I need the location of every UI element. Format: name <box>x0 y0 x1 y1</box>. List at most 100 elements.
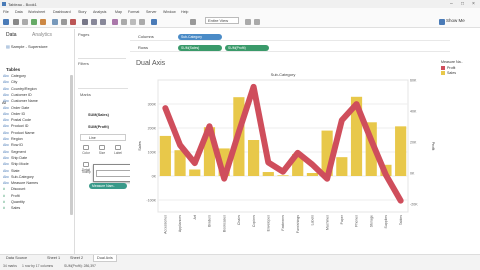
menu-server[interactable]: Server <box>146 10 157 14</box>
field-list-scrollbar[interactable] <box>70 75 73 215</box>
size-icon <box>99 145 105 150</box>
sort-desc-icon[interactable] <box>100 19 106 25</box>
field-item[interactable]: Abc Customer ID <box>3 93 32 99</box>
show-me-icon[interactable] <box>439 19 445 25</box>
rows-shelf[interactable]: Rows SUM(Sales) SUM(Profit) <box>130 43 450 52</box>
rows-pill-sales[interactable]: SUM(Sales) <box>178 44 222 51</box>
dimension-icon: Abc <box>3 86 10 91</box>
field-item[interactable]: Abc Customer Name <box>3 99 38 105</box>
field-item[interactable]: Abc Measure Names <box>3 181 38 187</box>
label-button[interactable]: Label <box>112 145 124 156</box>
redo-icon[interactable] <box>22 19 28 25</box>
new-sheet-icon[interactable] <box>52 19 58 25</box>
bar-sales[interactable] <box>159 135 171 176</box>
fit-icon[interactable] <box>151 19 157 25</box>
new-datasource-icon[interactable] <box>40 19 46 25</box>
labels-icon[interactable] <box>130 19 136 25</box>
columns-pill-subcategory[interactable]: Sub-Category <box>178 33 222 40</box>
marks-profit-tab[interactable]: SUM(Profit) <box>88 125 109 129</box>
close-icon[interactable]: × <box>472 1 475 7</box>
field-item[interactable]: Abc Order ID <box>3 112 25 118</box>
sheet-tab-datasource[interactable]: Data Source <box>3 255 30 262</box>
menu-dashboard[interactable]: Dashboard <box>53 10 71 14</box>
filters-shelf[interactable]: Filters <box>78 58 126 86</box>
field-item[interactable]: Abc Country/Region <box>3 87 37 93</box>
menu-format[interactable]: Format <box>128 10 139 14</box>
bar-sales[interactable] <box>262 172 274 176</box>
bar-sales[interactable] <box>395 126 407 176</box>
clear-icon[interactable] <box>70 19 76 25</box>
fit-select[interactable]: Entire View <box>205 17 239 24</box>
show-me-button[interactable]: Show Me <box>446 18 465 23</box>
field-item[interactable]: Abc Order Date <box>3 106 29 112</box>
rows-pill-profit[interactable]: SUM(Profit) <box>225 44 269 51</box>
color-legend[interactable]: Measure Na.. Profit Sales <box>441 60 479 90</box>
mark-type-select[interactable]: Line <box>80 134 126 141</box>
legend-item-profit[interactable]: Profit <box>441 66 479 71</box>
menu-window[interactable]: Window <box>163 10 176 14</box>
sheet-tab-dual-axis[interactable]: Dual Axis <box>93 255 117 262</box>
highlight-icon[interactable] <box>112 19 118 25</box>
menu-story[interactable]: Story <box>78 10 86 14</box>
field-item[interactable]: Abc Postal Code <box>3 118 31 124</box>
field-item[interactable]: Abc Ship Date <box>3 156 27 162</box>
field-item[interactable]: Abc State <box>3 169 20 175</box>
duplicate-icon[interactable] <box>61 19 67 25</box>
field-item[interactable]: Abc Ship Mode <box>3 162 29 168</box>
pages-shelf[interactable]: Pages <box>78 32 126 52</box>
field-item[interactable]: Abc City <box>3 80 17 86</box>
field-item[interactable]: Abc Category <box>3 74 26 80</box>
sort-asc-icon[interactable] <box>91 19 97 25</box>
dual-axis-chart[interactable]: Sub-Category -100K 0K 100K 200K 300K -20K 0K 20K… <box>130 70 440 252</box>
y-left-tick-label: 300K <box>148 102 157 106</box>
marks-sales-tab[interactable]: SUM(Sales) <box>88 113 109 117</box>
measure-icon: # <box>3 193 5 198</box>
datasource-item[interactable]: ▤ Sample - Superstore <box>6 44 48 49</box>
field-item[interactable]: Abc Row ID <box>3 143 23 149</box>
share-icon[interactable] <box>254 19 260 25</box>
x-tick-label: Supplies <box>384 215 388 229</box>
bar-sales[interactable] <box>189 169 201 176</box>
bar-sales[interactable] <box>277 175 289 176</box>
field-item[interactable]: Abc Region <box>3 137 23 143</box>
field-item[interactable]: Abc Sub-Category <box>3 175 34 181</box>
menu-map[interactable]: Map <box>115 10 122 14</box>
save-icon[interactable] <box>31 19 37 25</box>
measure-names-pill[interactable]: Measure Nam.. <box>89 183 127 189</box>
bar-sales[interactable] <box>248 140 260 176</box>
field-label: Quantity <box>11 200 25 204</box>
bar-sales[interactable] <box>306 173 318 176</box>
field-item[interactable]: Abc Segment <box>3 150 26 156</box>
bar-sales[interactable] <box>336 157 348 176</box>
maximize-icon[interactable]: □ <box>461 1 464 7</box>
fix-axes-icon[interactable] <box>139 19 145 25</box>
field-item[interactable]: # Profit <box>3 194 20 200</box>
minimize-icon[interactable]: – <box>450 1 453 7</box>
legend-item-sales[interactable]: Sales <box>441 71 479 76</box>
size-button[interactable]: Size <box>96 145 108 156</box>
swap-icon[interactable] <box>82 19 88 25</box>
columns-shelf[interactable]: Columns Sub-Category <box>130 32 450 41</box>
tab-data[interactable]: Data <box>6 32 17 38</box>
menu-worksheet[interactable]: Worksheet <box>28 10 45 14</box>
field-item[interactable]: # Sales <box>3 206 20 212</box>
present-icon[interactable] <box>245 19 251 25</box>
marks-all-tab[interactable]: All <box>2 101 6 105</box>
sheet-tab-sheet1[interactable]: Sheet 1 <box>44 255 63 262</box>
menu-analysis[interactable]: Analysis <box>93 10 106 14</box>
tableau-logo-icon[interactable] <box>3 19 9 25</box>
tab-analytics[interactable]: Analytics <box>32 32 52 38</box>
field-item[interactable]: # Quantity <box>3 200 25 206</box>
tooltip-icon[interactable] <box>190 19 196 25</box>
undo-icon[interactable] <box>13 19 19 25</box>
color-button[interactable]: Color <box>80 145 92 156</box>
menu-file[interactable]: File <box>3 10 9 14</box>
group-icon[interactable] <box>121 19 127 25</box>
menu-data[interactable]: Data <box>15 10 23 14</box>
menu-help[interactable]: Help <box>181 10 188 14</box>
sheet-tab-sheet2[interactable]: Sheet 2 <box>67 255 86 262</box>
field-item[interactable]: # Discount <box>3 187 25 193</box>
field-item[interactable]: Abc Product ID <box>3 124 28 130</box>
tooltip-button[interactable]: Tooltip <box>80 170 92 176</box>
field-item[interactable]: Abc Product Name <box>3 131 35 137</box>
